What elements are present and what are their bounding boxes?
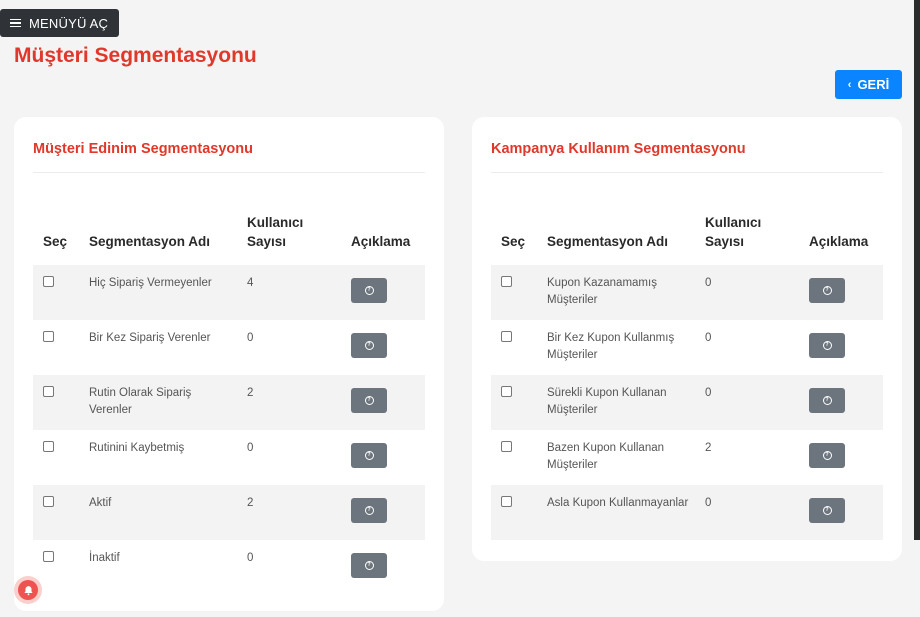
table-row: Kupon Kazanamamış Müşteriler 0 ? bbox=[491, 265, 883, 320]
table-row: Aktif 2 ? bbox=[33, 485, 425, 540]
campaign-segmentation-card: Kampanya Kullanım Segmentasyonu Seç Segm… bbox=[472, 117, 902, 561]
description-button[interactable]: ? bbox=[809, 388, 845, 413]
description-button[interactable]: ? bbox=[351, 498, 387, 523]
column-header-count: Kullanıcı Sayısı bbox=[705, 215, 762, 249]
segment-user-count: 2 bbox=[237, 375, 341, 430]
info-circle-icon: ? bbox=[822, 286, 832, 295]
segment-user-count: 4 bbox=[237, 265, 341, 320]
info-circle-icon: ? bbox=[822, 506, 832, 515]
segment-name: Asla Kupon Kullanmayanlar bbox=[537, 485, 695, 540]
table-row: Bir Kez Kupon Kullanmış Müşteriler 0 ? bbox=[491, 320, 883, 375]
back-button-label: GERİ bbox=[857, 77, 890, 92]
segment-checkbox[interactable] bbox=[43, 551, 54, 562]
table-header-row: Seç Segmentasyon Adı Kullanıcı Sayısı Aç… bbox=[33, 201, 425, 265]
column-header-name: Segmentasyon Adı bbox=[89, 234, 211, 249]
segment-user-count: 0 bbox=[695, 265, 799, 320]
bell-icon bbox=[23, 585, 33, 595]
table-row: Bir Kez Sipariş Verenler 0 ? bbox=[33, 320, 425, 375]
table-row: İnaktif 0 ? bbox=[33, 540, 425, 595]
info-circle-icon: ? bbox=[822, 341, 832, 350]
table-row: Sürekli Kupon Kullanan Müşteriler 0 ? bbox=[491, 375, 883, 430]
campaign-card-title: Kampanya Kullanım Segmentasyonu bbox=[491, 141, 746, 157]
segment-user-count: 0 bbox=[247, 332, 254, 344]
segment-user-count: 0 bbox=[247, 442, 254, 454]
column-header-count: Kullanıcı Sayısı bbox=[247, 215, 304, 249]
table-row: Hiç Sipariş Vermeyenler 4 ? bbox=[33, 265, 425, 320]
description-button[interactable]: ? bbox=[351, 553, 387, 578]
acquisition-segmentation-card: Müşteri Edinim Segmentasyonu Seç Segment… bbox=[14, 117, 444, 611]
segment-checkbox[interactable] bbox=[501, 331, 512, 342]
segment-user-count: 0 bbox=[247, 552, 254, 564]
info-circle-icon: ? bbox=[364, 396, 374, 405]
info-circle-icon: ? bbox=[364, 561, 374, 570]
description-button[interactable]: ? bbox=[351, 333, 387, 358]
notification-bell-inner bbox=[18, 580, 38, 600]
segment-user-count: 0 bbox=[705, 332, 712, 344]
notification-bell-icon[interactable] bbox=[14, 576, 42, 604]
column-header-select: Seç bbox=[43, 234, 68, 249]
open-menu-button[interactable]: MENÜYÜ AÇ bbox=[0, 9, 119, 37]
description-button[interactable]: ? bbox=[809, 443, 845, 468]
segment-checkbox[interactable] bbox=[501, 496, 512, 507]
table-row: Rutinini Kaybetmiş 0 ? bbox=[33, 430, 425, 485]
info-circle-icon: ? bbox=[364, 286, 374, 295]
segment-checkbox[interactable] bbox=[43, 441, 54, 452]
description-button[interactable]: ? bbox=[351, 388, 387, 413]
hamburger-icon bbox=[10, 17, 21, 30]
description-button[interactable]: ? bbox=[351, 443, 387, 468]
acquisition-card-title: Müşteri Edinim Segmentasyonu bbox=[33, 141, 253, 157]
info-circle-icon: ? bbox=[822, 396, 832, 405]
segment-checkbox[interactable] bbox=[501, 441, 512, 452]
info-circle-icon: ? bbox=[822, 451, 832, 460]
back-button[interactable]: ‹ GERİ bbox=[835, 70, 902, 99]
segment-checkbox[interactable] bbox=[43, 331, 54, 342]
column-header-description: Açıklama bbox=[351, 234, 411, 249]
segment-user-count: 0 bbox=[695, 375, 799, 430]
table-row: Rutin Olarak Sipariş Verenler 2 ? bbox=[33, 375, 425, 430]
page-scrollbar[interactable] bbox=[914, 0, 920, 540]
card-divider bbox=[491, 172, 883, 173]
segment-name: Bir Kez Kupon Kullanmış Müşteriler bbox=[547, 332, 675, 361]
table-header-row: Seç Segmentasyon Adı Kullanıcı Sayısı Aç… bbox=[491, 201, 883, 265]
info-circle-icon: ? bbox=[364, 506, 374, 515]
description-button[interactable]: ? bbox=[809, 498, 845, 523]
table-row: Asla Kupon Kullanmayanlar 0 ? bbox=[491, 485, 883, 540]
segment-checkbox[interactable] bbox=[501, 276, 512, 287]
segment-name: Rutinini Kaybetmiş bbox=[89, 442, 185, 454]
segment-name: Bazen Kupon Kullanan Müşteriler bbox=[547, 442, 665, 471]
column-header-description: Açıklama bbox=[809, 234, 869, 249]
column-header-name: Segmentasyon Adı bbox=[547, 234, 669, 249]
description-button[interactable]: ? bbox=[351, 278, 387, 303]
segment-checkbox[interactable] bbox=[43, 386, 54, 397]
segment-user-count: 2 bbox=[705, 442, 712, 454]
description-button[interactable]: ? bbox=[809, 333, 845, 358]
description-button[interactable]: ? bbox=[809, 278, 845, 303]
segment-name: Hiç Sipariş Vermeyenler bbox=[79, 265, 237, 320]
info-circle-icon: ? bbox=[364, 451, 374, 460]
segment-checkbox[interactable] bbox=[501, 386, 512, 397]
page-title: Müşteri Segmentasyonu bbox=[14, 44, 257, 67]
segment-name: Rutin Olarak Sipariş Verenler bbox=[79, 375, 237, 430]
chevron-left-icon: ‹ bbox=[847, 78, 852, 91]
segment-checkbox[interactable] bbox=[43, 276, 54, 287]
info-circle-icon: ? bbox=[364, 341, 374, 350]
acquisition-segment-table: Seç Segmentasyon Adı Kullanıcı Sayısı Aç… bbox=[33, 201, 425, 595]
segment-user-count: 2 bbox=[237, 485, 341, 540]
open-menu-label: MENÜYÜ AÇ bbox=[29, 15, 109, 31]
campaign-segment-table: Seç Segmentasyon Adı Kullanıcı Sayısı Aç… bbox=[491, 201, 883, 540]
segment-name: Sürekli Kupon Kullanan Müşteriler bbox=[537, 375, 695, 430]
segment-name: Kupon Kazanamamış Müşteriler bbox=[537, 265, 695, 320]
table-row: Bazen Kupon Kullanan Müşteriler 2 ? bbox=[491, 430, 883, 485]
segment-checkbox[interactable] bbox=[43, 496, 54, 507]
segment-name: İnaktif bbox=[89, 552, 120, 564]
column-header-select: Seç bbox=[501, 234, 526, 249]
segment-name: Aktif bbox=[79, 485, 237, 540]
segment-name: Bir Kez Sipariş Verenler bbox=[89, 332, 211, 344]
segment-user-count: 0 bbox=[695, 485, 799, 540]
card-divider bbox=[33, 172, 425, 173]
